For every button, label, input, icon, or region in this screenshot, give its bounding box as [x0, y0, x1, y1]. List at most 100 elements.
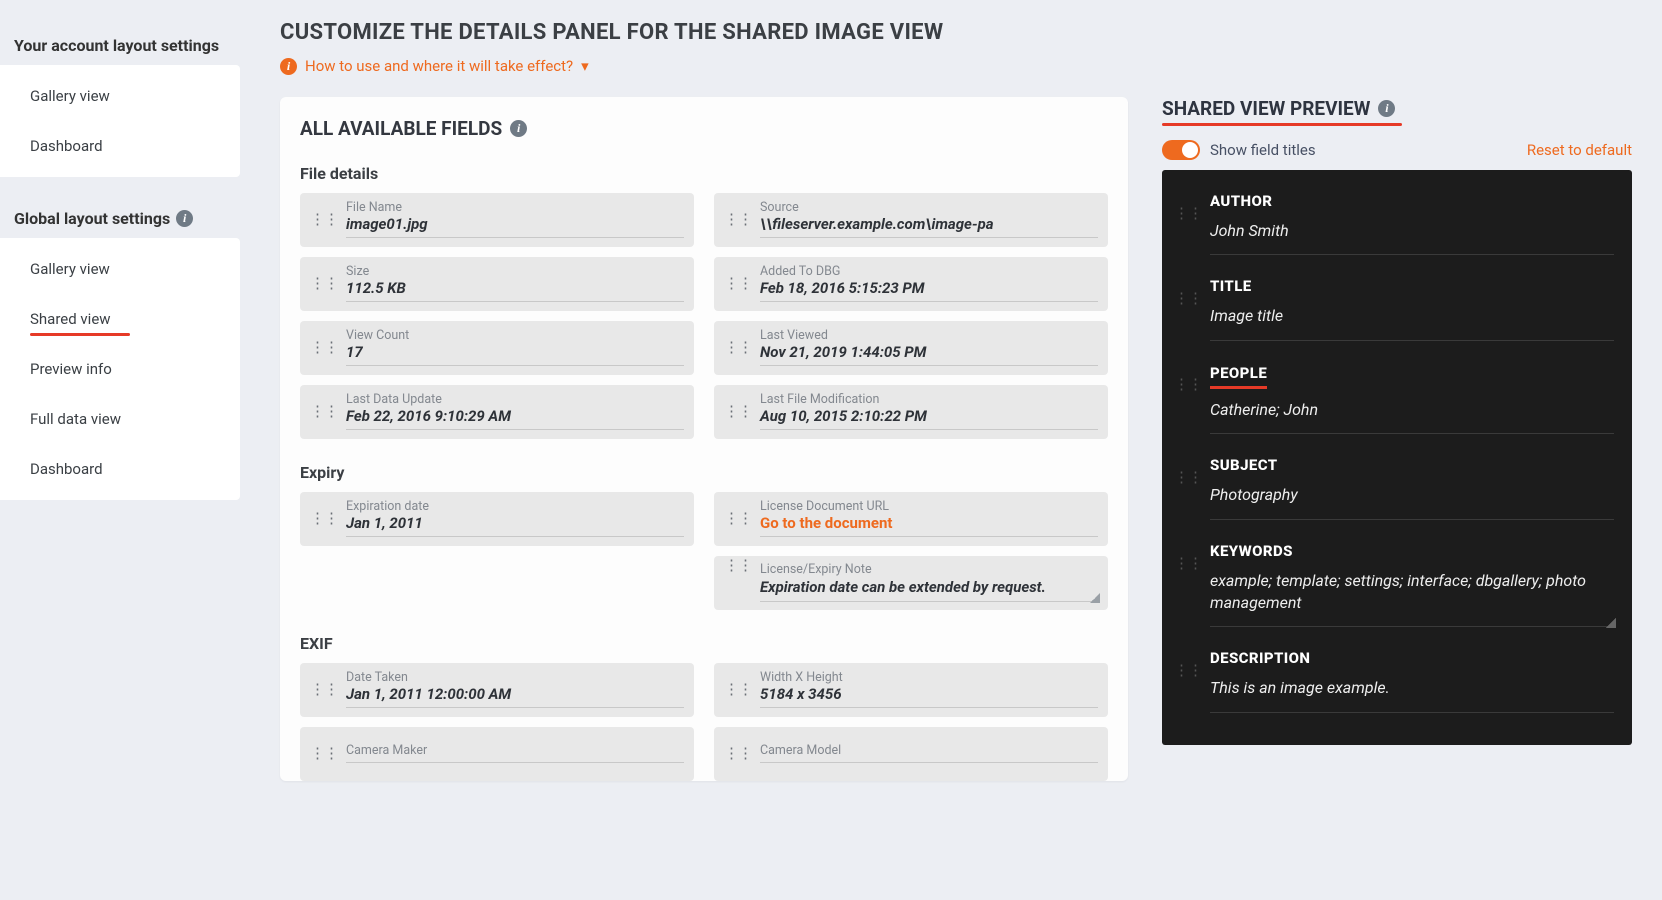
field-body: Camera Model	[760, 743, 1098, 763]
reset-to-default-link[interactable]: Reset to default	[1527, 141, 1632, 159]
field-label: Source	[760, 200, 1098, 215]
drag-handle-icon[interactable]: ⋮⋮	[724, 408, 752, 415]
field-box[interactable]: ⋮⋮ View Count17	[300, 321, 694, 375]
field-body: Date TakenJan 1, 2011 12:00:00 AM	[346, 670, 684, 708]
drag-handle-icon[interactable]: ⋮⋮	[310, 515, 338, 522]
field-body: Source\\fileserver.example.com\image-pa	[760, 200, 1098, 238]
sidebar-item[interactable]: Shared view	[0, 294, 240, 344]
field-box[interactable]: ⋮⋮ License Document URLGo to the document	[714, 492, 1108, 546]
drag-handle-icon[interactable]: ⋮⋮	[724, 216, 752, 223]
sidebar-item[interactable]: Gallery view	[0, 71, 240, 121]
sidebar-item[interactable]: Gallery view	[0, 244, 240, 294]
sidebar-account-heading: Your account layout settings	[0, 30, 240, 65]
field-box[interactable]: ⋮⋮Size112.5 KB	[300, 257, 694, 311]
field-box[interactable]: ⋮⋮Expiration dateJan 1, 2011	[300, 492, 694, 546]
info-icon: i	[280, 58, 297, 75]
drag-handle-icon[interactable]: ⋮⋮	[724, 280, 752, 287]
preview-panel: SHARED VIEW PREVIEW i Show field titles …	[1162, 97, 1632, 745]
field-label: Last Data Update	[346, 392, 684, 407]
info-icon[interactable]: i	[510, 120, 527, 137]
drag-handle-icon[interactable]: ⋮⋮	[724, 750, 752, 757]
drag-handle-icon[interactable]: ⋮⋮	[1174, 210, 1202, 217]
help-link[interactable]: i How to use and where it will take effe…	[280, 57, 1632, 75]
drag-handle-icon[interactable]: ⋮⋮	[1174, 474, 1202, 481]
field-value: image01.jpg	[346, 215, 684, 233]
field-box[interactable]: ⋮⋮ Date TakenJan 1, 2011 12:00:00 AM	[300, 663, 694, 717]
main: CUSTOMIZE THE DETAILS PANEL FOR THE SHAR…	[240, 0, 1662, 900]
sidebar-account-card: Gallery viewDashboard	[0, 65, 240, 177]
field-value: Jan 1, 2011 12:00:00 AM	[346, 685, 684, 703]
drag-handle-icon[interactable]: ⋮⋮	[724, 562, 752, 569]
available-fields-title: ALL AVAILABLE FIELDS i	[300, 117, 1108, 140]
preview-list: ⋮⋮AUTHORJohn Smith⋮⋮TITLEImage title⋮⋮PE…	[1162, 170, 1632, 745]
drag-handle-icon[interactable]: ⋮⋮	[310, 750, 338, 757]
preview-value: This is an image example.	[1210, 677, 1614, 699]
sidebar-item[interactable]: Dashboard	[0, 444, 240, 494]
field-body: File Nameimage01.jpg	[346, 200, 684, 238]
field-value: Aug 10, 2015 2:10:22 PM	[760, 407, 1098, 425]
drag-handle-icon[interactable]: ⋮⋮	[724, 344, 752, 351]
preview-title-underline	[1162, 123, 1402, 126]
sidebar-item[interactable]: Preview info	[0, 344, 240, 394]
chevron-down-icon: ▾	[581, 57, 589, 75]
field-label: Size	[346, 264, 684, 279]
field-label: Width X Height	[760, 670, 1098, 685]
field-value: Feb 18, 2016 5:15:23 PM	[760, 279, 1098, 297]
field-box[interactable]: ⋮⋮ Added To DBGFeb 18, 2016 5:15:23 PM	[714, 257, 1108, 311]
preview-field[interactable]: ⋮⋮ DESCRIPTIONThis is an image example.	[1174, 649, 1614, 712]
preview-field[interactable]: ⋮⋮ AUTHORJohn Smith	[1174, 192, 1614, 255]
preview-value: John Smith	[1210, 220, 1614, 242]
preview-field[interactable]: ⋮⋮PEOPLECatherine; John	[1174, 363, 1614, 434]
show-titles-toggle[interactable]	[1162, 140, 1200, 160]
field-value-link[interactable]: Go to the document	[760, 514, 1098, 532]
drag-handle-icon[interactable]: ⋮⋮	[1174, 381, 1202, 388]
drag-handle-icon[interactable]: ⋮⋮	[724, 686, 752, 693]
field-box[interactable]: ⋮⋮Width X Height5184 x 3456	[714, 663, 1108, 717]
field-label: Added To DBG	[760, 264, 1098, 279]
section-exif: EXIF	[300, 634, 1108, 653]
field-box[interactable]: ⋮⋮ Last ViewedNov 21, 2019 1:44:05 PM	[714, 321, 1108, 375]
field-box[interactable]: ⋮⋮ Source\\fileserver.example.com\image-p…	[714, 193, 1108, 247]
preview-field[interactable]: ⋮⋮TITLEImage title	[1174, 277, 1614, 340]
field-value: Nov 21, 2019 1:44:05 PM	[760, 343, 1098, 361]
drag-handle-icon[interactable]: ⋮⋮	[310, 408, 338, 415]
preview-label: PEOPLE	[1210, 364, 1267, 389]
sidebar-global-card: Gallery viewShared viewPreview infoFull …	[0, 238, 240, 500]
field-body: Added To DBGFeb 18, 2016 5:15:23 PM	[760, 264, 1098, 302]
section-expiry: Expiry	[300, 463, 1108, 482]
preview-label: SUBJECT	[1210, 456, 1614, 474]
sidebar-item[interactable]: Dashboard	[0, 121, 240, 171]
info-icon[interactable]: i	[1378, 100, 1395, 117]
preview-field[interactable]: ⋮⋮SUBJECTPhotography	[1174, 456, 1614, 519]
resize-handle-icon[interactable]	[1606, 618, 1616, 628]
field-box[interactable]: ⋮⋮ Last File ModificationAug 10, 2015 2:1…	[714, 385, 1108, 439]
drag-handle-icon[interactable]: ⋮⋮	[310, 280, 338, 287]
drag-handle-icon[interactable]: ⋮⋮	[724, 515, 752, 522]
field-box[interactable]: ⋮⋮ File Nameimage01.jpg	[300, 193, 694, 247]
field-body: Camera Maker	[346, 743, 684, 763]
sidebar-item[interactable]: Full data view	[0, 394, 240, 444]
field-label: License Document URL	[760, 499, 1098, 514]
preview-body: AUTHORJohn Smith	[1210, 192, 1614, 255]
sidebar-global-heading: Global layout settings i	[0, 203, 240, 238]
field-box[interactable]: ⋮⋮License/Expiry NoteExpiration date can…	[714, 556, 1108, 610]
drag-handle-icon[interactable]: ⋮⋮	[1174, 667, 1202, 674]
field-box[interactable]: ⋮⋮ Camera Maker	[300, 727, 694, 781]
show-titles-label: Show field titles	[1210, 141, 1316, 159]
field-label: Last Viewed	[760, 328, 1098, 343]
drag-handle-icon[interactable]: ⋮⋮	[310, 686, 338, 693]
field-label: Last File Modification	[760, 392, 1098, 407]
field-body: View Count17	[346, 328, 684, 366]
drag-handle-icon[interactable]: ⋮⋮	[310, 344, 338, 351]
drag-handle-icon[interactable]: ⋮⋮	[1174, 295, 1202, 302]
field-box[interactable]: ⋮⋮ Camera Model	[714, 727, 1108, 781]
resize-handle-icon[interactable]	[1090, 593, 1100, 603]
drag-handle-icon[interactable]: ⋮⋮	[1174, 560, 1202, 567]
drag-handle-icon[interactable]: ⋮⋮	[310, 216, 338, 223]
field-value: Jan 1, 2011	[346, 514, 684, 532]
preview-body: DESCRIPTIONThis is an image example.	[1210, 649, 1614, 712]
info-icon[interactable]: i	[176, 210, 193, 227]
field-box[interactable]: ⋮⋮Last Data UpdateFeb 22, 2016 9:10:29 A…	[300, 385, 694, 439]
field-value: Expiration date can be extended by reque…	[760, 577, 1098, 597]
preview-field[interactable]: ⋮⋮KEYWORDSexample; template; settings; i…	[1174, 542, 1614, 628]
